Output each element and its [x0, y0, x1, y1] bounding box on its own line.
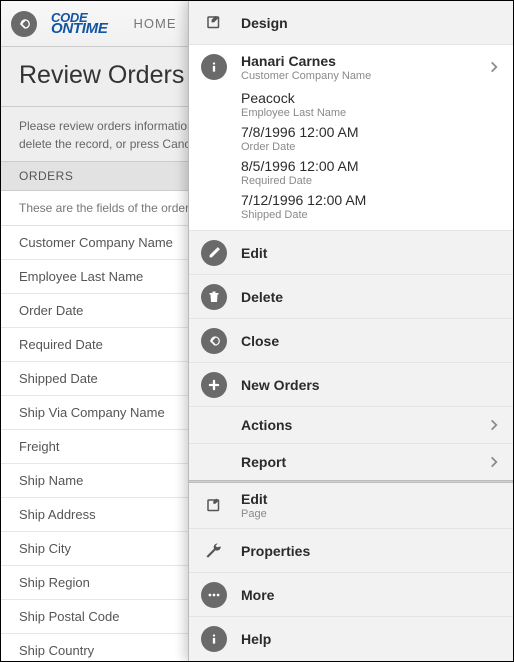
dev-help-button[interactable]: Help [189, 617, 513, 661]
info-icon [201, 54, 227, 80]
plus-icon [201, 372, 227, 398]
dev-more-button[interactable]: More [189, 573, 513, 617]
dev-properties-button[interactable]: Properties [189, 529, 513, 573]
brand-logo: CODE ONTIME [51, 12, 108, 36]
edit-page-icon [201, 493, 227, 519]
record-title: Hanari Carnes [241, 53, 473, 69]
chevron-right-icon [487, 60, 501, 74]
delete-button[interactable]: Delete [189, 275, 513, 319]
new-orders-button[interactable]: New Orders [189, 363, 513, 407]
pencil-icon [201, 240, 227, 266]
back-button[interactable] [11, 11, 37, 37]
close-back-icon [201, 328, 227, 354]
close-button[interactable]: Close [189, 319, 513, 363]
panel-design-button[interactable]: Design [189, 1, 513, 45]
nav-home[interactable]: HOME [134, 16, 177, 31]
chevron-right-icon [487, 455, 501, 469]
record-field-required-date: 8/5/1996 12:00 AM Required Date [189, 157, 513, 191]
context-panel: Design Hanari Carnes Customer Company Na… [188, 1, 513, 661]
wrench-icon [201, 538, 227, 564]
record-field-order-date: 7/8/1996 12:00 AM Order Date [189, 123, 513, 157]
panel-design-label: Design [241, 15, 501, 31]
record-header[interactable]: Hanari Carnes Customer Company Name [189, 45, 513, 89]
trash-icon [201, 284, 227, 310]
help-icon [201, 626, 227, 652]
more-icon [201, 582, 227, 608]
record-subtitle: Customer Company Name [241, 70, 473, 82]
report-submenu[interactable]: Report [189, 444, 513, 480]
chevron-right-icon [487, 418, 501, 432]
record-field-shipped-date: 7/12/1996 12:00 AM Shipped Date [189, 190, 513, 231]
record-field-employee: Peacock Employee Last Name [189, 89, 513, 123]
actions-submenu[interactable]: Actions [189, 407, 513, 444]
back-arrow-icon [17, 17, 31, 31]
dev-edit-button[interactable]: Edit Page [189, 483, 513, 529]
design-icon [201, 10, 227, 36]
edit-button[interactable]: Edit [189, 231, 513, 275]
